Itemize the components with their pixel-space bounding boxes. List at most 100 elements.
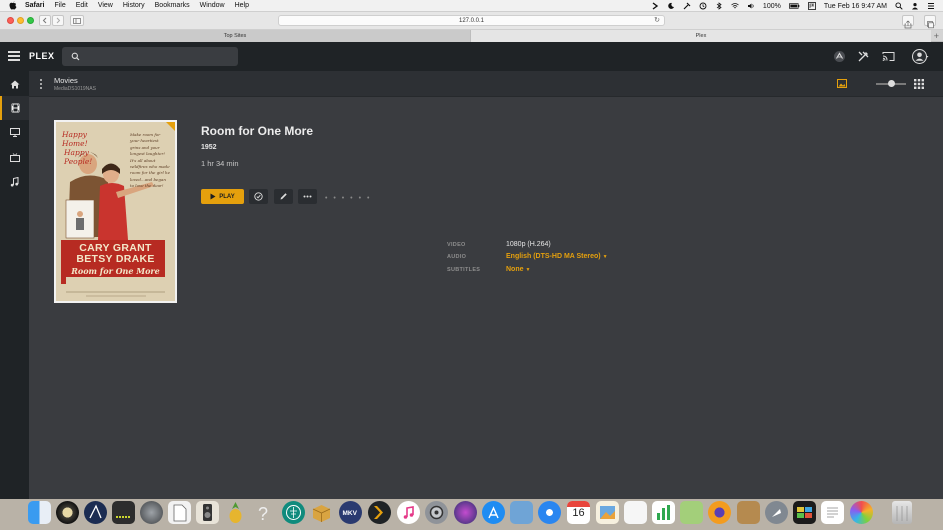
sidebar-item-home[interactable] [0,72,29,96]
numbers-icon[interactable] [624,501,647,524]
sidebar-item-tv-shows[interactable] [0,120,29,144]
subtitles-value: None [506,266,524,273]
tools-icon[interactable] [683,2,691,10]
hamburger-menu-icon[interactable] [8,51,20,61]
mark-watched-button[interactable] [249,189,268,204]
firefox-icon[interactable] [708,501,731,524]
close-window-button[interactable] [7,17,14,24]
help-icon[interactable]: ? [252,501,275,524]
movie-year[interactable]: 1952 [201,144,217,151]
preview-icon[interactable] [510,501,533,524]
forward-button[interactable] [52,15,64,26]
moon-icon[interactable] [667,2,675,10]
tab-top-sites[interactable]: Top Sites [0,30,471,42]
activity-monitor-icon[interactable] [793,501,816,524]
numbers-chart-icon[interactable] [652,501,675,524]
menu-help[interactable]: Help [235,2,249,9]
play-button[interactable]: PLAY [201,189,244,204]
box-icon[interactable] [310,501,333,524]
user-icon[interactable] [911,2,919,10]
macos-menu-bar: Safari File Edit View History Bookmarks … [0,0,943,12]
disk-icon[interactable] [56,501,79,524]
more-actions-button[interactable] [298,189,317,204]
spotlight-icon[interactable] [895,2,903,10]
activity-icon[interactable] [833,50,846,63]
search-input[interactable] [84,49,234,64]
photos-icon[interactable] [596,501,619,524]
plex-icon[interactable] [368,501,391,524]
notes-icon[interactable] [737,501,760,524]
sidebar-toggle-button[interactable] [70,15,84,26]
minimize-window-button[interactable] [17,17,24,24]
music-bars-icon[interactable] [112,501,135,524]
zoom-window-button[interactable] [27,17,34,24]
siri-icon[interactable] [454,501,477,524]
account-avatar-icon[interactable] [912,48,929,65]
grid-view-icon[interactable] [914,79,924,89]
itunes-icon[interactable] [397,501,420,524]
address-bar[interactable]: 127.0.0.1 ↻ [278,15,665,26]
share-button[interactable] [902,15,914,29]
plex-logo[interactable]: PLEX [29,51,55,61]
safari-like-icon[interactable] [140,501,163,524]
menu-bookmarks[interactable]: Bookmarks [155,2,190,9]
audio-dropdown[interactable]: English (DTS-HD MA Stereo) ▼ [506,253,608,260]
back-button[interactable] [39,15,51,26]
caret-down-icon: ▼ [602,254,608,260]
new-tab-button[interactable]: + [934,31,939,41]
tab-plex[interactable]: Plex [471,30,931,42]
menu-history[interactable]: History [123,2,145,9]
svg-text:?: ? [258,504,268,524]
maps-icon[interactable] [680,501,703,524]
trash-icon[interactable] [892,501,912,524]
plex-status-icon[interactable] [651,2,659,10]
poster-view-icon[interactable] [837,79,847,88]
sidebar-item-music[interactable] [0,170,29,194]
tab-label: Top Sites [223,33,247,39]
app-menu[interactable]: Safari [25,2,44,9]
photos-app-icon[interactable] [850,501,873,524]
sidebar-item-live-tv[interactable] [0,145,29,169]
menubar-clock[interactable]: Tue Feb 16 9:47 AM [824,3,887,10]
chevron-left-icon [42,17,47,24]
mkv-icon[interactable]: MKV [339,501,362,524]
volume-icon[interactable] [747,2,755,10]
menu-edit[interactable]: Edit [76,2,88,9]
tree-icon[interactable] [282,501,305,524]
speaker-icon[interactable] [196,501,219,524]
safari-icon[interactable] [538,501,561,524]
cast-icon[interactable] [882,50,895,63]
apple-menu-icon[interactable] [8,1,17,10]
settings-icon[interactable] [425,501,448,524]
appstore-icon[interactable] [482,501,505,524]
movie-title: Room for One More [201,124,314,138]
subtitles-dropdown[interactable]: None ▼ [506,266,530,273]
library-more-icon[interactable] [39,78,43,90]
calendar-icon[interactable]: 16 [567,501,590,524]
library-title[interactable]: Movies [54,76,78,85]
movie-poster[interactable]: Happy Home! Happy People! Make room for … [54,120,177,303]
settings-tools-icon[interactable] [857,50,870,63]
affinity-icon[interactable] [84,501,107,524]
file-icon[interactable] [168,501,191,524]
edit-button[interactable] [274,189,293,204]
battery-icon[interactable] [788,2,800,10]
wifi-icon[interactable] [731,2,739,10]
menu-view[interactable]: View [98,2,113,9]
menu-file[interactable]: File [54,2,65,9]
sidebar-item-movies[interactable] [0,96,29,120]
launchpad-icon[interactable] [765,501,788,524]
search-box[interactable] [62,47,238,66]
textedit-icon[interactable] [821,501,844,524]
flag-icon[interactable] [807,2,816,10]
tabs-overview-button[interactable] [924,15,936,29]
pineapple-icon[interactable] [224,501,247,524]
time-machine-icon[interactable] [699,2,707,10]
menu-window[interactable]: Window [200,2,225,9]
bluetooth-icon[interactable] [715,2,723,10]
zoom-slider-handle[interactable] [888,80,895,87]
notification-center-icon[interactable] [927,2,935,10]
reload-icon[interactable]: ↻ [654,16,660,24]
tab-bar: Top Sites Plex + [0,30,943,42]
finder-icon[interactable] [28,501,51,524]
